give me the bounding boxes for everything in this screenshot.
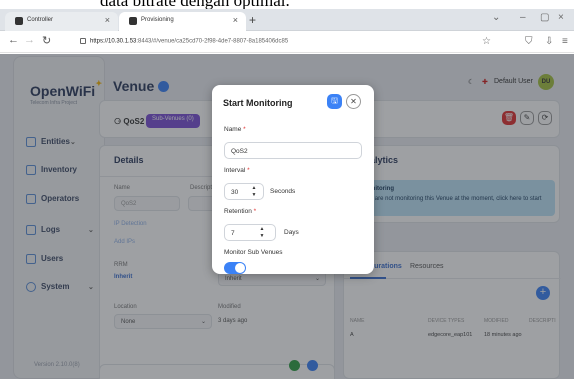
retention-input[interactable]: 7 ▲ ▼ <box>224 224 276 241</box>
tab-label: Provisioning <box>141 17 174 23</box>
close-tab-icon[interactable]: × <box>105 15 110 25</box>
url-host: https://10.30.1.53 <box>90 38 137 45</box>
minimize-icon[interactable]: – <box>520 12 526 23</box>
extensions-icon[interactable]: ⇩ <box>545 36 553 47</box>
required-marker: * <box>245 167 250 174</box>
interval-unit: Seconds <box>270 188 296 195</box>
stepper-down-icon[interactable]: ▼ <box>259 234 265 239</box>
favicon-icon <box>15 17 23 25</box>
address-bar: ← → ↻ https://10.30.1.53:8443/#/venue/ca… <box>0 31 574 53</box>
retention-label-text: Retention <box>224 208 252 215</box>
stepper-down-icon[interactable]: ▼ <box>251 193 257 198</box>
required-marker: * <box>241 126 246 133</box>
interval-label: Interval * <box>224 167 250 174</box>
lock-icon <box>80 38 86 44</box>
new-tab-button[interactable]: + <box>249 13 256 27</box>
maximize-icon[interactable]: ▢ <box>540 12 549 23</box>
start-monitoring-modal: Start Monitoring 🖫 ✕ Name * QoS2 Interva… <box>212 85 374 274</box>
stepper-up-icon[interactable]: ▲ <box>251 186 257 191</box>
tab-list-chevron-icon[interactable]: ⌄ <box>492 12 500 23</box>
interval-value: 30 <box>231 189 239 196</box>
caption-strip: data bitrate dengan optimal. <box>0 0 574 9</box>
close-button[interactable]: ✕ <box>346 94 361 109</box>
menu-icon[interactable]: ≡ <box>562 36 568 47</box>
save-button[interactable]: 🖫 <box>327 94 342 109</box>
required-marker: * <box>251 208 257 215</box>
retention-unit: Days <box>284 229 299 236</box>
browser-tab-bar: Controller × Provisioning × + ⌄ – ▢ × <box>0 9 574 31</box>
tab-controller[interactable]: Controller × <box>5 12 118 31</box>
toggle-knob <box>235 263 245 273</box>
interval-label-text: Interval <box>224 167 246 174</box>
tab-label: Controller <box>27 17 54 23</box>
forward-icon[interactable]: → <box>24 34 35 46</box>
bookmark-star-icon[interactable]: ☆ <box>482 36 491 47</box>
tab-provisioning[interactable]: Provisioning × <box>119 12 246 31</box>
close-tab-icon[interactable]: × <box>233 15 238 25</box>
monitor-sub-venues-toggle[interactable] <box>224 262 246 274</box>
retention-label: Retention * <box>224 208 256 215</box>
modal-title: Start Monitoring <box>223 98 293 108</box>
back-icon[interactable]: ← <box>8 34 19 46</box>
favicon-icon <box>129 17 137 25</box>
caption-text: data bitrate dengan optimal. <box>100 0 290 9</box>
shield-icon[interactable]: ⛉ <box>525 36 533 47</box>
reload-icon[interactable]: ↻ <box>42 34 51 47</box>
app-area: OpenWiFi ✦ Telecom Infra Project Entitie… <box>0 54 574 379</box>
name-label-text: Name <box>224 126 242 133</box>
page: data bitrate dengan optimal. Controller … <box>0 0 574 379</box>
url-path: :8443/#/venue/ca25cd70-2f98-4de7-8807-8a… <box>136 38 289 45</box>
retention-value: 7 <box>231 230 235 237</box>
monitor-sub-venues-label: Monitor Sub Venues <box>224 249 283 256</box>
url-field[interactable]: https://10.30.1.53:8443/#/venue/ca25cd70… <box>80 35 500 49</box>
stepper-up-icon[interactable]: ▲ <box>259 227 265 232</box>
modal-name-label: Name * <box>224 126 246 133</box>
modal-name-input[interactable]: QoS2 <box>224 142 362 159</box>
window-close-icon[interactable]: × <box>558 12 564 23</box>
interval-input[interactable]: 30 ▲ ▼ <box>224 183 264 200</box>
